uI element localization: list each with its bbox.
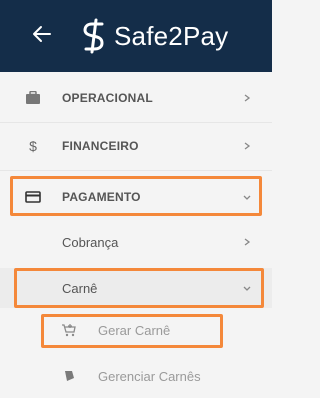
brand-logo: Safe2Pay	[80, 18, 228, 54]
highlight-carne	[14, 268, 264, 308]
highlight-pagamento	[10, 176, 262, 216]
chevron-right-icon	[244, 94, 251, 102]
briefcase-icon	[24, 89, 42, 107]
brand-name: Safe2Pay	[114, 20, 229, 51]
highlight-gerar-carne	[41, 314, 223, 348]
tag-icon	[60, 367, 78, 385]
submenu-item-gerenciar-carnes[interactable]: Gerenciar Carnês	[0, 360, 272, 392]
chevron-right-icon	[244, 142, 251, 150]
chevron-right-icon	[244, 238, 251, 246]
arrow-left-icon[interactable]	[30, 22, 54, 46]
submenu-item-label: Cobrança	[62, 234, 119, 250]
menu-item-label: FINANCEIRO	[62, 139, 139, 153]
submenu-item-cobranca[interactable]: Cobrança	[0, 222, 272, 262]
menu-item-operacional[interactable]: OPERACIONAL	[0, 80, 272, 116]
divider	[0, 122, 272, 123]
dollar-icon: $	[29, 138, 37, 154]
submenu-item-label: Gerenciar Carnês	[98, 368, 201, 384]
safe2pay-logo-icon	[83, 18, 104, 54]
menu-item-label: OPERACIONAL	[62, 91, 153, 105]
divider	[0, 170, 272, 171]
app-header: Safe2Pay	[0, 0, 272, 72]
menu-item-financeiro[interactable]: $ FINANCEIRO	[0, 128, 272, 164]
